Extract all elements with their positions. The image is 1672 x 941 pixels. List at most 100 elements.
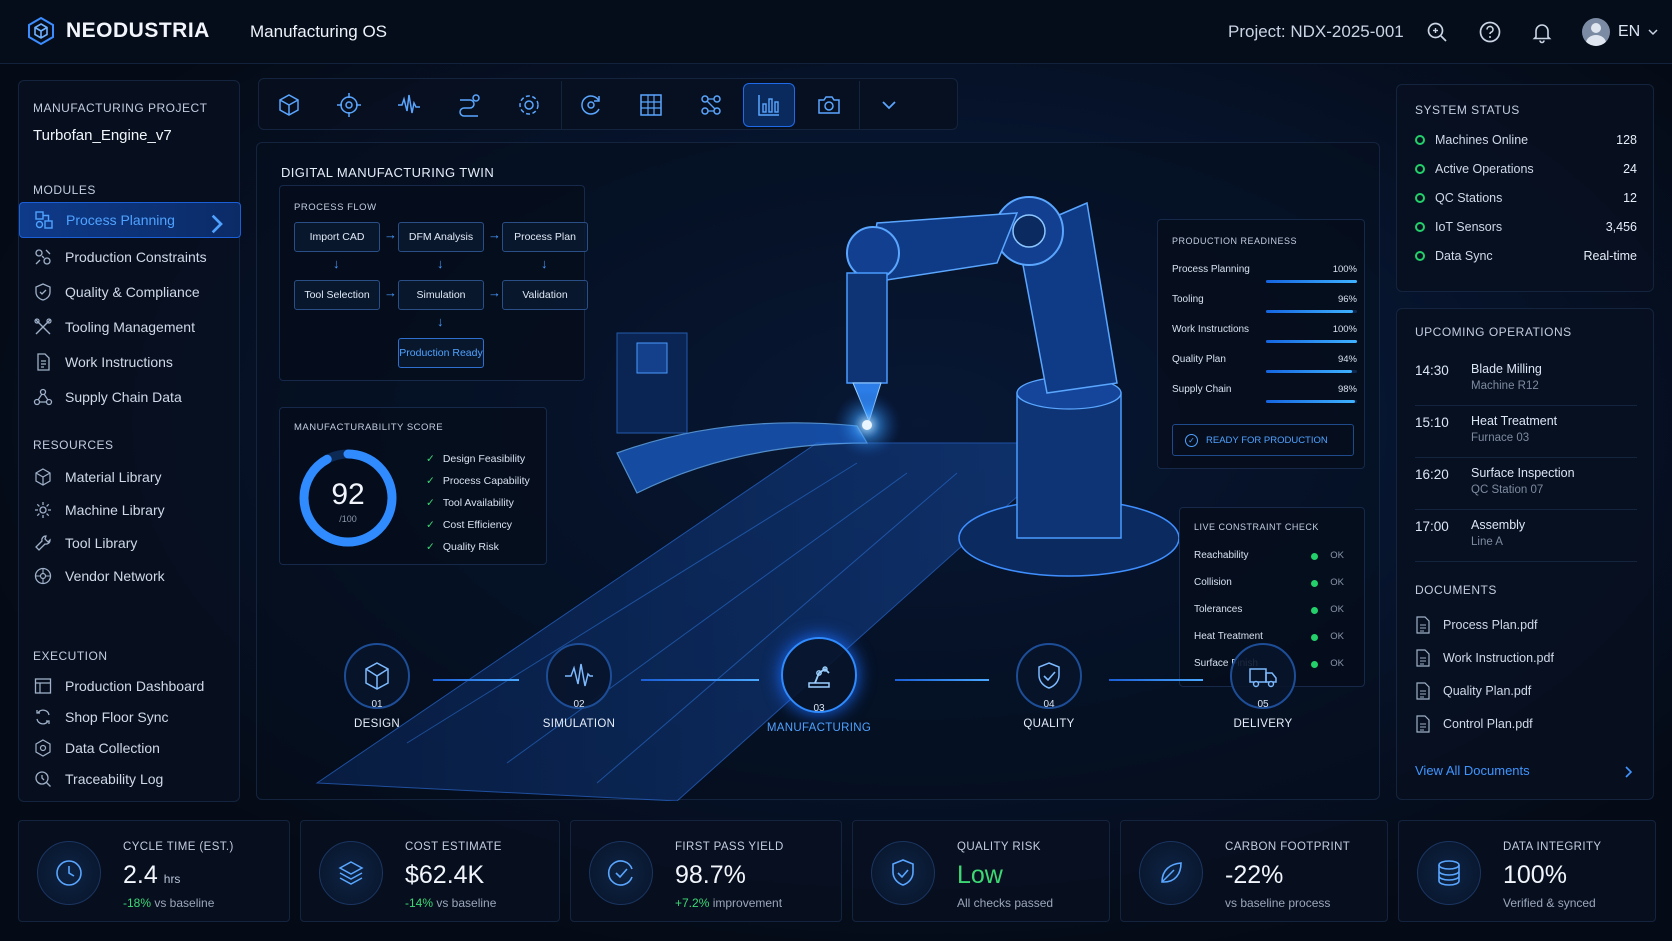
- operation-name[interactable]: Assembly: [1471, 518, 1525, 532]
- kpi-value: $62.4K: [405, 861, 485, 889]
- production-readiness-card: PRODUCTION READINESS Process Planning 100…: [1157, 219, 1365, 469]
- robot-arm-icon: [808, 666, 830, 688]
- operation-time: 15:10: [1415, 415, 1449, 430]
- project-id[interactable]: Project: NDX-2025-001: [1228, 22, 1404, 42]
- kpi-sub: -18% vs baseline: [123, 896, 215, 910]
- gear-tool-button[interactable]: [503, 83, 555, 127]
- status-dot: [1311, 580, 1318, 587]
- view-all-documents-link[interactable]: View All Documents: [1415, 763, 1530, 778]
- brand-logo[interactable]: NEODUSTRIA: [26, 16, 210, 46]
- nodes-tool-button[interactable]: [685, 83, 737, 127]
- status-row: QC Stations 12: [1415, 191, 1637, 205]
- cycle-tool-button[interactable]: [565, 83, 617, 127]
- kpi-data-integrity[interactable]: DATA INTEGRITY 100% Verified & synced: [1398, 820, 1656, 922]
- constraint-row: Heat Treatment OK: [1194, 631, 1344, 642]
- stage-simulation[interactable]: 02 SIMULATION: [519, 643, 639, 730]
- flow-node-simulation[interactable]: Simulation: [398, 280, 484, 310]
- status-ring-icon: [1415, 193, 1425, 203]
- cube-tool-button[interactable]: [263, 83, 315, 127]
- flow-arrow: →: [384, 285, 397, 300]
- document-link[interactable]: Control Plan.pdf: [1415, 715, 1533, 733]
- bell-icon[interactable]: [1530, 20, 1554, 44]
- sidebar-item-material-library[interactable]: Material Library: [19, 459, 241, 495]
- network-icon: [34, 567, 52, 585]
- flow-arrow: ↓: [437, 314, 444, 329]
- stage-connector: [641, 679, 759, 681]
- twin-title: DIGITAL MANUFACTURING TWIN: [281, 165, 495, 180]
- flow-node-production-ready[interactable]: Production Ready: [398, 338, 484, 368]
- kpi-label: DATA INTEGRITY: [1503, 841, 1602, 853]
- readiness-row: Work Instructions 100%: [1172, 324, 1357, 343]
- flow-node-import-cad[interactable]: Import CAD: [294, 222, 380, 252]
- sidebar-item-process-planning[interactable]: Process Planning: [19, 202, 241, 238]
- help-icon[interactable]: [1478, 20, 1502, 44]
- ready-for-production-badge[interactable]: ✓ READY FOR PRODUCTION: [1172, 424, 1354, 456]
- documents-label: DOCUMENTS: [1415, 583, 1497, 597]
- flow-arrow: ↓: [333, 256, 340, 271]
- avatar[interactable]: [1582, 18, 1610, 46]
- check-icon: ✓: [426, 475, 435, 487]
- pdf-file-icon: [1416, 715, 1430, 733]
- execution-section-label: EXECUTION: [33, 649, 108, 663]
- kpi-cost-estimate[interactable]: COST ESTIMATE $62.4K -14% vs baseline: [300, 820, 560, 922]
- check-icon: ✓: [426, 453, 435, 465]
- sidebar-item-label: Quality & Compliance: [65, 284, 200, 300]
- clock-icon: [56, 860, 82, 886]
- sync-icon: [36, 709, 50, 725]
- digital-twin-view[interactable]: DIGITAL MANUFACTURING TWIN PROCESS FLOW …: [256, 142, 1380, 801]
- document-link[interactable]: Process Plan.pdf: [1415, 616, 1538, 634]
- chart-tool-button[interactable]: [743, 83, 795, 127]
- flow-node-process-plan[interactable]: Process Plan: [502, 222, 588, 252]
- readiness-row: Quality Plan 94%: [1172, 354, 1357, 373]
- sidebar-item-tool-library[interactable]: Tool Library: [19, 525, 241, 561]
- waveform-tool-button[interactable]: [383, 83, 435, 127]
- check-icon: ✓: [426, 497, 435, 509]
- stage-quality[interactable]: 04 QUALITY: [989, 643, 1109, 730]
- shield-check-icon: [1038, 662, 1060, 689]
- operation-name[interactable]: Heat Treatment: [1471, 414, 1557, 428]
- flow-node-dfm-analysis[interactable]: DFM Analysis: [398, 222, 484, 252]
- sidebar-item-label: Work Instructions: [65, 354, 173, 370]
- kpi-carbon-footprint[interactable]: CARBON FOOTPRINT -22% vs baseline proces…: [1120, 820, 1388, 922]
- chevron-right-icon[interactable]: [1623, 765, 1633, 779]
- flow-arrow: →: [488, 227, 501, 242]
- kpi-first-pass-yield[interactable]: FIRST PASS YIELD 98.7% +7.2% improvement: [570, 820, 842, 922]
- sidebar-item-traceability-log[interactable]: Traceability Log: [19, 761, 241, 797]
- sidebar-item-production-constraints[interactable]: Production Constraints: [19, 239, 241, 275]
- sidebar-item-label: Production Dashboard: [65, 678, 205, 694]
- app-root: NEODUSTRIA Manufacturing OS Project: NDX…: [0, 0, 1672, 941]
- network-icon: [33, 388, 53, 406]
- sidebar-item-work-instructions[interactable]: Work Instructions: [19, 344, 241, 380]
- document-link[interactable]: Quality Plan.pdf: [1415, 682, 1531, 700]
- sidebar-item-vendor-network[interactable]: Vendor Network: [19, 558, 241, 594]
- stage-design[interactable]: 01 DESIGN: [317, 643, 437, 730]
- sidebar-item-supply-chain-data[interactable]: Supply Chain Data: [19, 379, 241, 415]
- cycle-icon: [581, 95, 600, 115]
- project-name[interactable]: Turbofan_Engine_v7: [33, 127, 172, 144]
- document-link[interactable]: Work Instruction.pdf: [1415, 649, 1554, 667]
- stage-manufacturing[interactable]: 03 MANUFACTURING: [759, 637, 879, 734]
- target-tool-button[interactable]: [323, 83, 375, 127]
- flow-tool-button[interactable]: [443, 83, 495, 127]
- score-max: /100: [339, 514, 357, 524]
- more-tools-button[interactable]: [863, 83, 915, 127]
- stage-delivery[interactable]: 05 DELIVERY: [1203, 643, 1323, 730]
- kpi-quality-risk[interactable]: QUALITY RISK Low All checks passed: [852, 820, 1110, 922]
- language-selector[interactable]: EN: [1582, 18, 1658, 46]
- operation-name[interactable]: Surface Inspection: [1471, 466, 1575, 480]
- database-icon: [1438, 860, 1460, 886]
- flow-node-tool-selection[interactable]: Tool Selection: [294, 280, 380, 310]
- kpi-cycle-time[interactable]: CYCLE TIME (EST.) 2.4 hrs -18% vs baselin…: [18, 820, 290, 922]
- operation-name[interactable]: Blade Milling: [1471, 362, 1542, 376]
- operation-location: Machine R12: [1471, 380, 1539, 392]
- kpi-value: Low: [957, 861, 1003, 889]
- check-icon: ✓: [426, 519, 435, 531]
- sidebar-item-tooling-management[interactable]: Tooling Management: [19, 309, 241, 345]
- search-icon[interactable]: [1425, 20, 1449, 44]
- grid-tool-button[interactable]: [625, 83, 677, 127]
- sidebar-item-quality-compliance[interactable]: Quality & Compliance: [19, 274, 241, 310]
- camera-tool-button[interactable]: [803, 83, 855, 127]
- sidebar-item-machine-library[interactable]: Machine Library: [19, 492, 241, 528]
- top-bar: NEODUSTRIA Manufacturing OS Project: NDX…: [0, 0, 1672, 64]
- flow-node-validation[interactable]: Validation: [502, 280, 588, 310]
